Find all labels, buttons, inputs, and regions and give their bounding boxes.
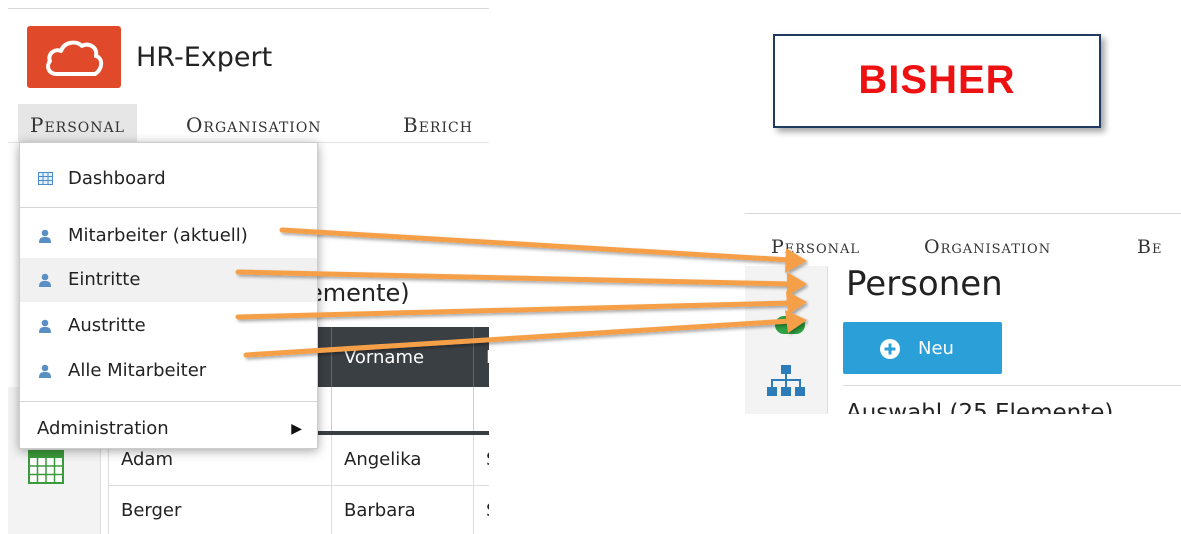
mapping-arrows	[235, 227, 807, 358]
arrow-line	[243, 318, 793, 358]
arrowhead-icon	[786, 291, 807, 315]
arrowhead-icon	[787, 272, 807, 296]
arrowhead-icon	[785, 248, 807, 273]
arrow-line	[235, 300, 793, 320]
arrow-line	[279, 227, 793, 263]
arrow-line	[235, 269, 793, 287]
arrowhead-icon	[785, 310, 807, 333]
